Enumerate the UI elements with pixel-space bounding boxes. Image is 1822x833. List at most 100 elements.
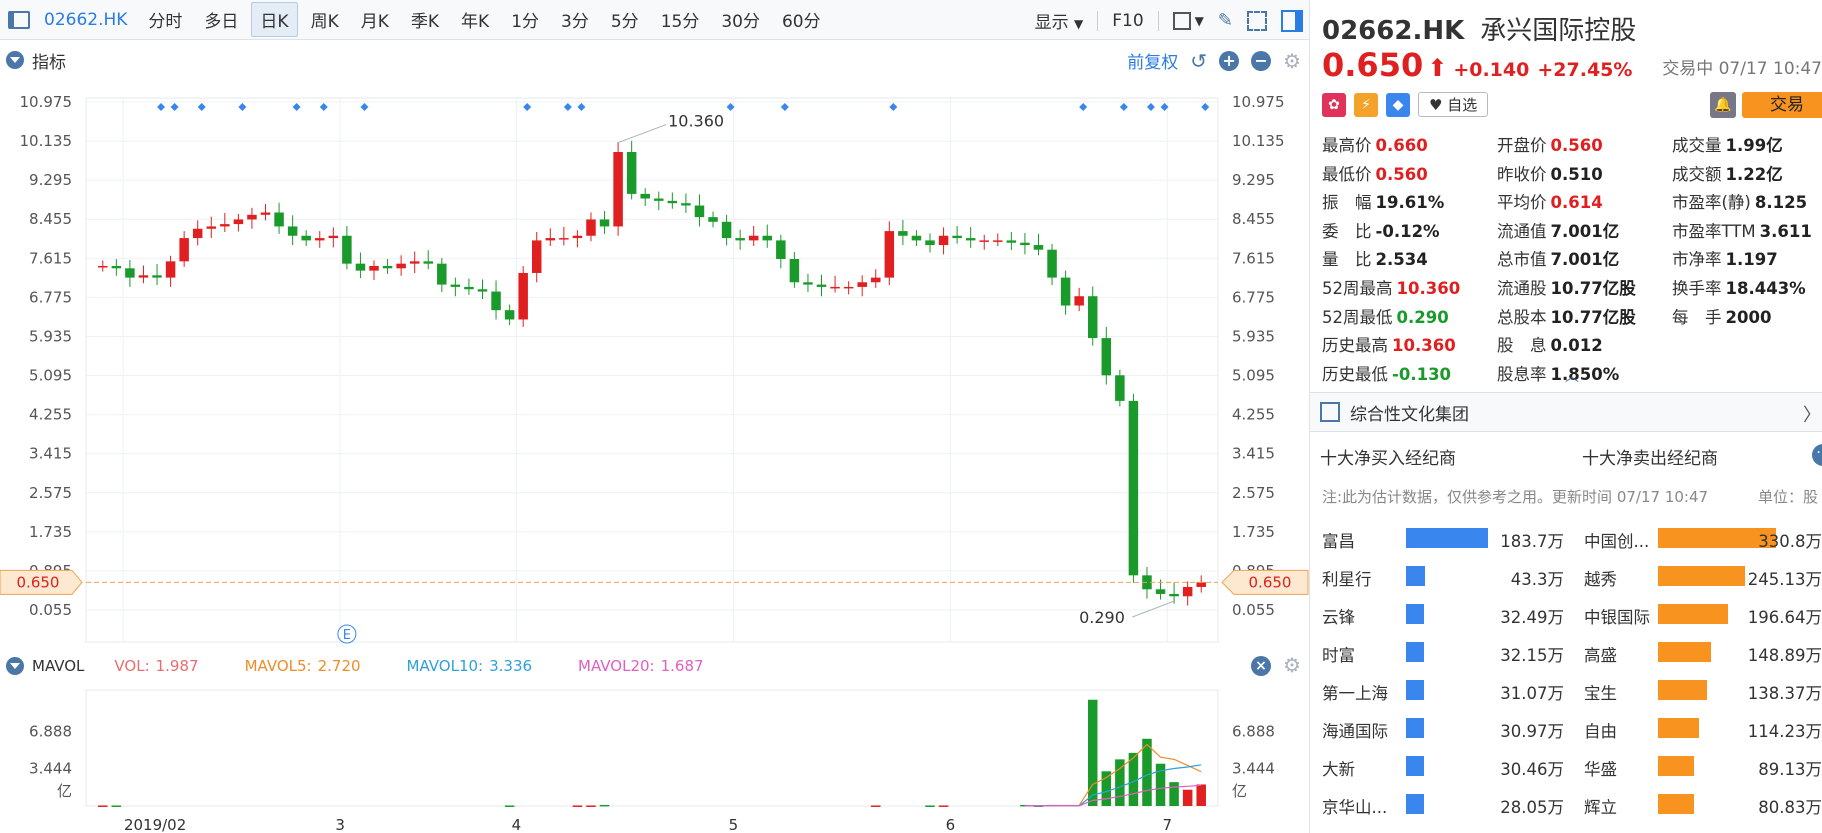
period-tab[interactable]: 15分 [652, 2, 709, 37]
gear-icon[interactable]: ⚙ [1283, 49, 1301, 73]
kline-chart[interactable]: 10.975 10.975 10.135 10.135 9.295 9.295 8.455 8… [0, 78, 1309, 833]
candle-body [816, 284, 827, 287]
candle-body [355, 263, 366, 271]
broker-note: 注:此为估计数据，仅供参考之用。更新时间 07/17 10:47 单位：股 [1322, 486, 1818, 507]
close-icon[interactable]: × [1251, 656, 1271, 676]
quote-field-label: 52周最高 [1322, 278, 1393, 298]
concept-icon [1320, 402, 1340, 422]
period-tab[interactable]: 多日 [195, 2, 247, 37]
broker-row[interactable]: 京华山... 28.05万 辉立 80.83万 [1322, 794, 1822, 832]
mavol-label[interactable]: MAVOL [32, 657, 84, 675]
display-dropdown[interactable]: 显示 ▼ [1035, 8, 1084, 33]
f10-button[interactable]: F10 [1112, 11, 1143, 31]
period-tab[interactable]: 60分 [773, 2, 830, 37]
broker-row[interactable]: 富昌 183.7万 中国创... 330.8万 [1322, 528, 1822, 566]
undo-icon[interactable]: ↺ [1190, 49, 1207, 73]
quote-field: 成交量 1.99亿 [1672, 132, 1822, 156]
collapse-icon[interactable] [6, 51, 24, 69]
candle-body [803, 282, 813, 285]
quote-field: 昨收价 0.510 [1497, 161, 1672, 185]
panel-toggle-icon[interactable] [1281, 9, 1303, 32]
fullscreen-icon[interactable] [1247, 10, 1267, 31]
period-tab[interactable]: 周K [302, 2, 348, 37]
trade-button[interactable]: 交易 [1742, 92, 1822, 118]
sidebar-toggle-icon[interactable] [8, 10, 30, 29]
period-tab[interactable]: 日K [251, 2, 298, 37]
concept-row[interactable]: 综合性文化集团 〉 [1310, 392, 1822, 432]
tag-icon[interactable]: ◆ [1386, 92, 1410, 117]
candle-body [287, 226, 298, 236]
sell-broker-title[interactable]: 十大净卖出经纪商 [1582, 444, 1718, 469]
broker-row[interactable]: 时富 32.15万 高盛 148.89万 [1322, 642, 1822, 680]
adjust-mode-button[interactable]: 前复权 [1127, 48, 1178, 73]
candle-body [1060, 277, 1071, 306]
more-icon[interactable]: ··· [1812, 444, 1822, 466]
stock-code-tab[interactable]: 02662.HK [44, 10, 127, 30]
buy-broker-bar [1406, 604, 1424, 624]
broker-row[interactable]: 云锋 32.49万 中银国际 196.64万 [1322, 604, 1822, 642]
buy-broker-bar [1406, 528, 1488, 548]
chevron-right-icon[interactable]: 〉 [1803, 401, 1821, 427]
sell-broker-name: 自由 [1584, 722, 1617, 741]
buy-broker-title[interactable]: 十大净买入经纪商 [1320, 449, 1456, 469]
quote-field-value: 0.660 [1375, 136, 1428, 155]
volume-unit-right: 亿 [1232, 782, 1247, 800]
candle-body [247, 214, 257, 220]
gear-icon[interactable]: ⚙ [1283, 653, 1301, 677]
volume-bar [572, 805, 583, 807]
quote-field-label: 市盈率(静) [1672, 193, 1751, 213]
period-tab[interactable]: 30分 [712, 2, 769, 37]
sell-broker-name: 中国创... [1584, 532, 1650, 551]
quote-field-label: 历史最低 [1322, 364, 1388, 384]
volume-bar [1196, 784, 1206, 806]
hk-flag-icon: ✿ [1322, 92, 1346, 117]
quote-field-label: 股息率 [1497, 364, 1547, 384]
candle-body [545, 238, 556, 241]
mavol-item-value: 1.987 [155, 657, 199, 675]
quote-field: 平均价 0.614 [1497, 189, 1672, 213]
watchlist-button[interactable]: ♥ 自选 [1418, 92, 1489, 117]
quote-field-value: 10.77亿股 [1550, 307, 1636, 327]
period-tab[interactable]: 月K [352, 2, 398, 37]
y-tick-label-right: 0.055 [1232, 601, 1275, 619]
broker-header: 十大净买入经纪商 十大净卖出经纪商 ··· [1320, 444, 1822, 469]
period-tab[interactable]: 年K [452, 2, 498, 37]
period-tab[interactable]: 3分 [552, 2, 598, 37]
candle-body [871, 277, 881, 283]
candle-body [613, 152, 623, 227]
candle-body [98, 265, 108, 268]
quote-field-label: 量 比 [1322, 250, 1372, 270]
period-tab[interactable]: 1分 [502, 2, 548, 37]
pen-icon[interactable]: ✎ [1218, 10, 1233, 31]
quote-field: 最低价 0.560 [1322, 161, 1497, 185]
plus-icon[interactable]: + [1219, 50, 1240, 71]
period-tab[interactable]: 分时 [139, 2, 191, 37]
minus-icon[interactable]: − [1251, 50, 1272, 71]
sell-broker-value: 148.89万 [1747, 646, 1822, 665]
y-tick-label-left: 4.255 [29, 406, 72, 424]
period-tab[interactable]: 季K [402, 2, 448, 37]
quote-field-label: 总市值 [1497, 250, 1547, 270]
indicator-label[interactable]: 指标 [32, 48, 66, 73]
collapse-icon[interactable] [6, 657, 24, 675]
period-tab[interactable]: 5分 [602, 2, 648, 37]
buy-broker-value: 183.7万 [1500, 532, 1564, 551]
broker-row[interactable]: 大新 30.46万 华盛 89.13万 [1322, 756, 1822, 794]
chevron-up-icon[interactable]: ︿ [1565, 366, 1579, 386]
quote-field [1672, 361, 1822, 385]
lightning-icon[interactable]: ⚡ [1354, 92, 1378, 117]
candle-body [111, 265, 122, 269]
mavol-item: MAVOL20: 1.687 [578, 657, 704, 675]
candle-body [857, 282, 867, 287]
broker-row[interactable]: 海通国际 30.97万 自由 114.23万 [1322, 718, 1822, 756]
candle-body [776, 240, 786, 260]
broker-row[interactable]: 利星行 43.3万 越秀 245.13万 [1322, 566, 1822, 604]
candle-body [477, 289, 488, 292]
volume-tick-right: 6.888 [1232, 722, 1275, 740]
bell-icon[interactable]: 🔔 [1710, 92, 1736, 118]
candle-body [1033, 245, 1044, 250]
layout-dropdown[interactable]: ▼ [1172, 11, 1204, 30]
quote-field-value: 0.510 [1550, 164, 1603, 184]
sell-broker-name: 中银国际 [1584, 608, 1650, 627]
broker-row[interactable]: 第一上海 31.07万 宝生 138.37万 [1322, 680, 1822, 718]
